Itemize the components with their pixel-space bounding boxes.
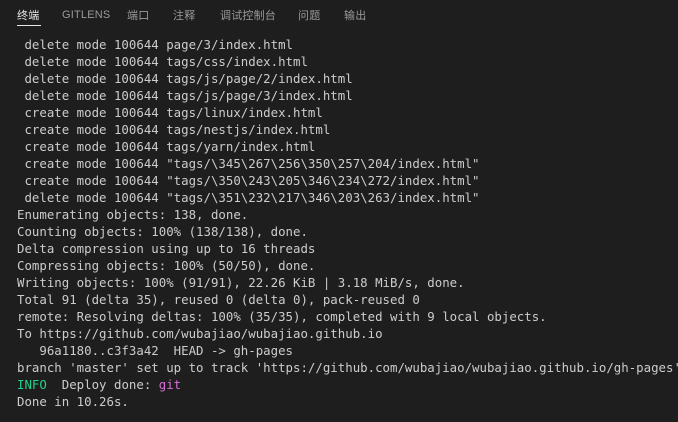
terminal-line: 96a1180..c3f3a42 HEAD -> gh-pages: [17, 343, 294, 358]
active-tab-indicator: [17, 25, 41, 26]
tab-comments[interactable]: 注释: [173, 0, 195, 30]
tab-debug-console[interactable]: 调试控制台: [220, 0, 276, 30]
panel-tab-bar: 终端 GITLENS 端口 注释 调试控制台 问题 输出: [0, 0, 678, 30]
terminal-line: Delta compression using up to 16 threads: [17, 241, 316, 256]
terminal-line: delete mode 100644 "tags/\351\232\217\34…: [17, 190, 480, 205]
terminal-line: create mode 100644 "tags/\350\243\205\34…: [17, 173, 480, 188]
terminal-line: create mode 100644 tags/yarn/index.html: [17, 139, 316, 154]
terminal-line: remote: Resolving deltas: 100% (35/35), …: [17, 309, 547, 324]
terminal-line: Compressing objects: 100% (50/50), done.: [17, 258, 316, 273]
info-tag: INFO: [17, 377, 47, 392]
terminal-line: Total 91 (delta 35), reused 0 (delta 0),…: [17, 292, 420, 307]
terminal-line: delete mode 100644 tags/js/page/2/index.…: [17, 71, 353, 86]
done-line: Done in 10.26s.: [17, 394, 129, 409]
terminal-line: delete mode 100644 tags/css/index.html: [17, 54, 308, 69]
terminal-line: delete mode 100644 tags/js/page/3/index.…: [17, 88, 353, 103]
tab-problems[interactable]: 问题: [298, 0, 320, 30]
info-text: Deploy done:: [46, 377, 159, 392]
terminal-line: Counting objects: 100% (138/138), done.: [17, 224, 308, 239]
terminal-line: create mode 100644 tags/nestjs/index.htm…: [17, 122, 331, 137]
terminal-line: create mode 100644 "tags/\345\267\256\35…: [17, 156, 480, 171]
info-target: git: [158, 377, 182, 392]
terminal-line: delete mode 100644 page/3/index.html: [17, 37, 294, 52]
terminal-line: To https://github.com/wubajiao/wubajiao.…: [17, 326, 383, 341]
tab-output[interactable]: 输出: [344, 0, 366, 30]
terminal-line: branch 'master' set up to track 'https:/…: [17, 360, 678, 375]
terminal-line: create mode 100644 tags/linux/index.html: [17, 105, 323, 120]
tab-gitlens[interactable]: GITLENS: [62, 0, 110, 30]
terminal-line: Enumerating objects: 138, done.: [17, 207, 249, 222]
terminal-output[interactable]: delete mode 100644 page/3/index.html del…: [0, 32, 678, 422]
tab-ports[interactable]: 端口: [127, 0, 149, 30]
terminal-line: Writing objects: 100% (91/91), 22.26 KiB…: [17, 275, 465, 290]
terminal-panel: 终端 GITLENS 端口 注释 调试控制台 问题 输出 delete mode…: [0, 0, 678, 422]
deploy-info-line: INFO Deploy done: git: [17, 376, 181, 393]
